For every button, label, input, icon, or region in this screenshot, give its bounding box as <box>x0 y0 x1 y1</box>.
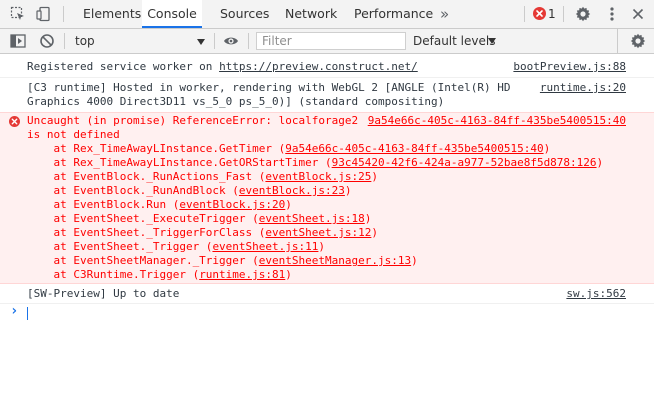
stack-frame-function: at EventSheet._TriggerForClass ( <box>27 226 266 239</box>
tab-console[interactable]: Console <box>142 0 202 28</box>
eye-icon[interactable] <box>223 33 239 49</box>
stack-frame-paren: ) <box>371 226 379 239</box>
stack-frame-function: at C3Runtime.Trigger ( <box>27 268 200 281</box>
console-settings-icon[interactable] <box>630 33 646 49</box>
stack-frame-link[interactable]: eventSheet.js:11 <box>212 240 318 253</box>
error-source-link[interactable]: 9a54e66c-405c-4163-84ff-435be5400515:40 <box>368 114 626 128</box>
stack-frame: at EventBlock.Run (eventBlock.js:20) <box>27 198 292 212</box>
message-text-prefix: Registered service worker on <box>27 60 220 73</box>
error-text-line: is not defined <box>27 128 120 141</box>
tab-network[interactable]: Network <box>285 0 337 28</box>
toolbar-divider <box>64 33 65 49</box>
message-source-link[interactable]: sw.js:562 <box>566 287 626 301</box>
error-icon[interactable] <box>533 7 546 20</box>
stack-frame: at EventBlock._RunActions_Fast (eventBlo… <box>27 170 378 184</box>
close-icon[interactable] <box>630 6 646 22</box>
message-text-line: [C3 runtime] Hosted in worker, rendering… <box>27 81 511 94</box>
more-tabs-button[interactable]: » <box>440 0 449 28</box>
inspect-element-icon[interactable] <box>10 6 26 22</box>
error-text-line: Uncaught (in promise) ReferenceError: lo… <box>27 114 359 127</box>
stack-frame-link[interactable]: eventSheet.js:12 <box>265 226 371 239</box>
stack-frame-paren: ) <box>318 240 326 253</box>
stack-frame-function: at EventBlock.Run ( <box>27 198 180 211</box>
stack-frame-paren: ) <box>364 212 372 225</box>
stack-frame: at EventSheetManager._Trigger (eventShee… <box>27 254 418 268</box>
error-count[interactable]: 1 <box>548 0 556 28</box>
stack-frame: at Rex_TimeAwayLInstance.GetORStartTimer… <box>27 156 603 170</box>
stack-frame-paren: ) <box>596 156 604 169</box>
stack-frame-link[interactable]: 9a54e66c-405c-4163-84ff-435be5400515:40 <box>285 142 543 155</box>
toolbar-divider <box>617 29 618 53</box>
stack-frame: at EventSheet._ExecuteTrigger (eventShee… <box>27 212 371 226</box>
message-link[interactable]: https://preview.construct.net/ <box>219 60 418 73</box>
stack-frame-link[interactable]: runtime.js:81 <box>199 268 285 281</box>
toolbar-divider <box>214 33 215 49</box>
console-message: [C3 runtime] Hosted in worker, rendering… <box>0 78 654 113</box>
stack-frame-function: at EventBlock._RunAndBlock ( <box>27 184 239 197</box>
tab-sources[interactable]: Sources <box>220 0 269 28</box>
stack-frame: at Rex_TimeAwayLInstance.GetTimer (9a54e… <box>27 142 550 156</box>
stack-frame-function: at Rex_TimeAwayLInstance.GetTimer ( <box>27 142 286 155</box>
stack-frame-paren: ) <box>371 170 379 183</box>
console-error-message: Uncaught (in promise) ReferenceError: lo… <box>0 112 654 284</box>
stack-frame-paren: ) <box>411 254 418 267</box>
stack-frame-link[interactable]: eventSheetManager.js:13 <box>259 254 411 267</box>
tab-performance[interactable]: Performance <box>354 0 433 28</box>
stack-frame-paren: ) <box>285 198 292 211</box>
stack-frame-link[interactable]: 93c45420-42f6-424a-a977-52bae8f5d878:126 <box>332 156 597 169</box>
clear-console-icon[interactable] <box>39 33 55 49</box>
filter-input[interactable] <box>256 32 406 50</box>
message-source-link[interactable]: runtime.js:20 <box>540 81 626 95</box>
context-select-value: top <box>75 34 95 48</box>
stack-frame-link[interactable]: eventBlock.js:23 <box>239 184 345 197</box>
sidebar-toggle-icon[interactable] <box>10 33 26 49</box>
toolbar-divider <box>524 6 525 22</box>
stack-frame: at EventBlock._RunAndBlock (eventBlock.j… <box>27 184 352 198</box>
gear-icon[interactable] <box>575 6 591 22</box>
stack-frame-function: at Rex_TimeAwayLInstance.GetORStartTimer… <box>27 156 332 169</box>
stack-frame-function: at EventSheet._ExecuteTrigger ( <box>27 212 259 225</box>
toolbar-divider <box>63 6 64 22</box>
stack-frame-function: at EventBlock._RunActions_Fast ( <box>27 170 266 183</box>
message-text-line: Graphics 4000 Direct3D11 vs_5_0 ps_5_0)]… <box>27 95 445 108</box>
stack-frame-paren: ) <box>543 142 551 155</box>
stack-frame-paren: ) <box>285 268 292 281</box>
chevron-down-icon <box>488 38 496 44</box>
stack-frame: at EventSheet._Trigger (eventSheet.js:11… <box>27 240 325 254</box>
more-options-icon[interactable] <box>604 6 620 22</box>
tab-elements[interactable]: Elements <box>83 0 141 28</box>
toolbar-divider <box>248 33 249 49</box>
error-icon <box>9 116 20 127</box>
text-cursor <box>27 307 28 320</box>
message-text: Registered service worker on https://pre… <box>27 60 418 74</box>
stack-frame-function: at EventSheetManager._Trigger ( <box>27 254 259 267</box>
context-select[interactable]: top <box>68 29 210 53</box>
stack-frame: at C3Runtime.Trigger (runtime.js:81) <box>27 268 292 282</box>
log-levels-label: Default levels <box>413 34 496 48</box>
device-toolbar-icon[interactable] <box>36 6 52 22</box>
stack-frame: at EventSheet._TriggerForClass (eventShe… <box>27 226 378 240</box>
console-message: Registered service worker on https://pre… <box>0 56 654 78</box>
prompt-chevron-icon: › <box>10 303 19 319</box>
stack-frame-link[interactable]: eventBlock.js:25 <box>265 170 371 183</box>
console-prompt[interactable]: › <box>0 301 654 325</box>
devtools-tabbar: Elements Console Sources Network Perform… <box>0 0 654 29</box>
message-source-link[interactable]: bootPreview.js:88 <box>513 60 626 74</box>
stack-frame-paren: ) <box>344 184 352 197</box>
chevron-down-icon <box>197 39 205 45</box>
toolbar-divider <box>563 6 564 22</box>
console-toolbar: top Default levels <box>0 29 654 54</box>
stack-frame-link[interactable]: eventBlock.js:20 <box>179 198 285 211</box>
stack-frame-link[interactable]: eventSheet.js:18 <box>259 212 365 225</box>
stack-frame-function: at EventSheet._Trigger ( <box>27 240 213 253</box>
message-text: [SW-Preview] Up to date <box>27 287 180 300</box>
